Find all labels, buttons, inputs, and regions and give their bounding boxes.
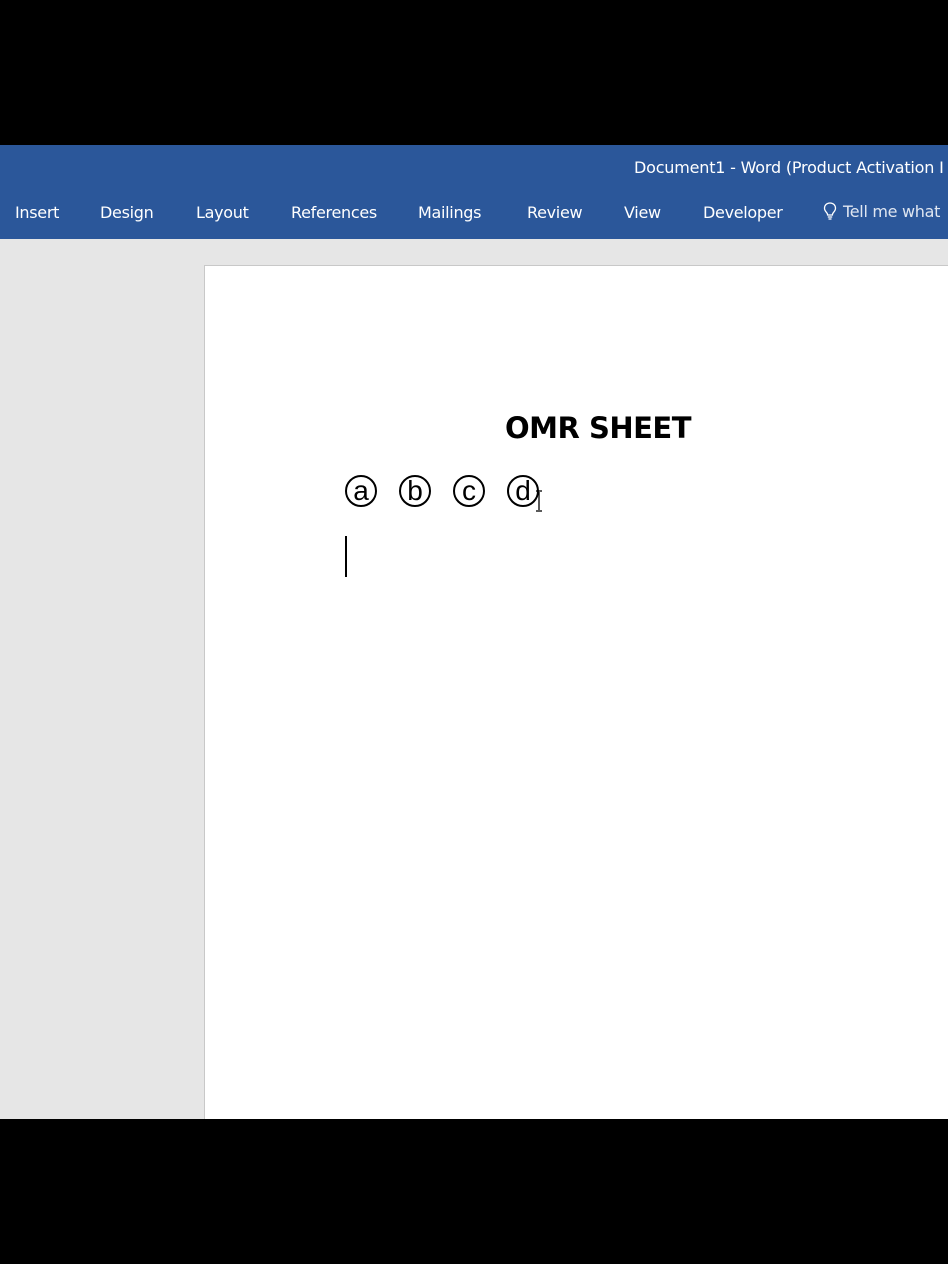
- tab-design[interactable]: Design: [100, 203, 154, 222]
- document-workspace: OMR SHEET a b c d: [0, 239, 948, 1119]
- insertion-caret: [345, 536, 347, 577]
- tab-references[interactable]: References: [291, 203, 377, 222]
- title-bar: Document1 - Word (Product Activation I: [0, 145, 948, 190]
- tell-me-label: Tell me what: [843, 202, 941, 221]
- tell-me-search[interactable]: Tell me what: [823, 202, 940, 221]
- tab-developer[interactable]: Developer: [703, 203, 783, 222]
- tab-view[interactable]: View: [624, 203, 661, 222]
- ribbon-tabs: Insert Design Layout References Mailings…: [0, 190, 948, 239]
- word-window: Document1 - Word (Product Activation I I…: [0, 145, 948, 1119]
- bubble-b: b: [399, 475, 431, 507]
- tab-mailings[interactable]: Mailings: [418, 203, 481, 222]
- page-title: OMR SHEET: [505, 411, 692, 445]
- tab-layout[interactable]: Layout: [196, 203, 249, 222]
- lightbulb-icon: [823, 202, 837, 220]
- tab-review[interactable]: Review: [527, 203, 583, 222]
- letterbox-top: [0, 0, 948, 145]
- tab-insert[interactable]: Insert: [15, 203, 59, 222]
- bubble-a: a: [345, 475, 377, 507]
- letterbox-bottom: [0, 1119, 948, 1264]
- text-cursor-icon: [534, 490, 544, 517]
- window-title: Document1 - Word (Product Activation I: [634, 158, 944, 177]
- document-page[interactable]: OMR SHEET a b c d: [204, 265, 948, 1119]
- bubble-c: c: [453, 475, 485, 507]
